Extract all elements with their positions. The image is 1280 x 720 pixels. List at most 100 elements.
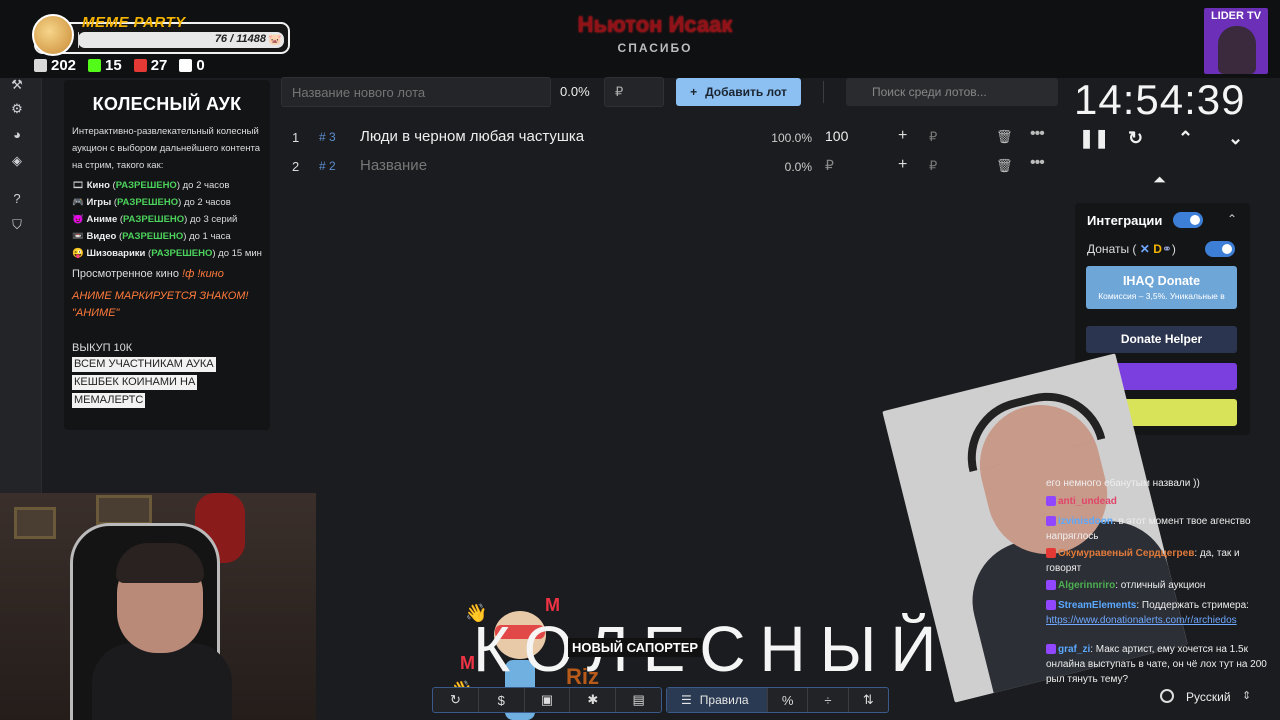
add-amount-icon[interactable]: + [898, 156, 907, 174]
donations-row: Донаты ( ✕ D⚭) [1087, 242, 1176, 256]
wall-picture [96, 495, 152, 525]
language-select[interactable]: Русский ⇕ [1158, 686, 1258, 710]
lot-id-value: 3 [329, 130, 336, 144]
item-status: РАЗРЕШЕНО [123, 214, 185, 225]
chevron-up-icon[interactable]: ⌃ [1178, 128, 1193, 149]
add-lot-label: Добавить лот [705, 85, 787, 99]
lot-name[interactable]: Название [360, 157, 427, 174]
add-lot-button[interactable]: + Добавить лот [676, 78, 801, 106]
gear-icon[interactable]: ⚙ [10, 102, 24, 116]
help-icon[interactable]: ? [10, 192, 24, 206]
twitch-icon [1046, 580, 1056, 591]
twitch-icon [1046, 516, 1056, 527]
link-icon: ⚭ [1161, 242, 1172, 256]
film-icon: 🎞 [72, 180, 85, 191]
auction-icon[interactable]: ⚒ [10, 78, 24, 92]
new-lot-name-input[interactable] [281, 77, 551, 107]
sort-icon[interactable]: ⇅ [849, 688, 888, 712]
lot-percent: 100.0% [771, 131, 812, 145]
wheel-icon[interactable]: ◕ [10, 128, 24, 142]
chat-link[interactable]: https://www.donationalerts.com/r/archied… [1046, 615, 1237, 626]
twitch-icon [1046, 496, 1056, 507]
chevron-up-icon[interactable]: ⌃ [1227, 212, 1237, 226]
chat-user: graf_zi [1058, 644, 1091, 655]
add-amount-icon[interactable]: + [898, 127, 907, 145]
lot-amount[interactable]: ₽ [825, 157, 834, 174]
lot-id: # 3 [319, 130, 336, 144]
shield-icon[interactable]: ⛉ [10, 218, 24, 232]
donations-toggle[interactable] [1205, 241, 1235, 257]
videotape-icon: 📼 [72, 231, 84, 242]
restart-icon[interactable]: ↻ [1128, 128, 1143, 149]
anime-note: АНИМЕ МАРКИРУЕТСЯ ЗНАКОМ! "АНИМЕ" [72, 290, 249, 319]
donate-helper-button[interactable]: Donate Helper [1086, 326, 1237, 353]
chat-message: izvinisdoon: в этот момент твое агенство… [1046, 514, 1274, 544]
item-name: Кино [86, 180, 110, 191]
ihaq-donate-button[interactable]: IHAQ Donate Комиссия – 3,5%. Уникальные … [1086, 266, 1237, 309]
pause-icon[interactable]: ❚❚ [1079, 128, 1109, 149]
stream-stats: 202 15 27 0 [34, 57, 205, 74]
chat-text: : Поддержать стримера: [1136, 600, 1249, 611]
cashback-line: МЕМАЛЕРТС [72, 393, 146, 408]
list-item: 📼 Видео (РАЗРЕШЕНО) до 1 часа [72, 231, 231, 242]
lot-percent: 0.0% [784, 160, 812, 174]
lider-tv-badge: LIDER TV [1204, 8, 1268, 74]
item-limit: до 2 часов [183, 197, 231, 208]
rules-description: Интерактивно-развлекательный колесный ау… [72, 126, 261, 171]
new-supporter-label: НОВЫЙ САПОРТЕР [568, 638, 703, 657]
percent-icon[interactable]: % [767, 688, 809, 712]
history-icon[interactable]: ↻ [433, 688, 479, 712]
layers-icon[interactable]: ◈ [10, 154, 24, 168]
divide-icon[interactable]: ÷ [808, 688, 849, 712]
streamer-webcam [0, 493, 316, 720]
meme-party-title: MEME PARTY [82, 14, 186, 31]
bug-icon[interactable]: ✱ [570, 688, 617, 712]
more-options-icon[interactable]: ••• [1030, 125, 1045, 143]
stat-value: 202 [51, 57, 77, 74]
chat-overlay: его немного ебанутым назвали )) anti_und… [1040, 464, 1280, 689]
stat-value: 0 [196, 57, 205, 74]
more-options-icon[interactable]: ••• [1030, 154, 1045, 172]
chevron-down-icon[interactable]: ⌄ [1228, 128, 1243, 149]
item-limit: до 2 часов [182, 180, 230, 191]
doge-icon [32, 14, 74, 56]
chat-message: его немного ебанутым назвали )) [1046, 476, 1274, 491]
lot-add-amount-input[interactable]: ₽ [929, 129, 937, 145]
item-limit: до 15 мин [218, 248, 262, 259]
trash-icon[interactable]: 🗑 [996, 158, 1013, 174]
lot-amount[interactable]: 100 [825, 128, 848, 144]
lot-name[interactable]: Люди в черном любая частушка [360, 128, 584, 145]
save-icon[interactable]: ▣ [525, 688, 571, 712]
stat-hearts: 202 [34, 57, 76, 74]
lider-avatar [1218, 26, 1256, 74]
donatepay-icon: D [1153, 242, 1162, 256]
zany-face-icon: 😜 [72, 248, 84, 259]
lot-add-amount-input[interactable]: ₽ [929, 158, 937, 174]
item-name: Аниме [86, 214, 118, 225]
item-status: РАЗРЕШЕНО [151, 248, 213, 259]
gamepad-icon: 🎮 [72, 197, 84, 208]
streamer-thanks: СПАСИБО [617, 41, 693, 55]
ihaq-subtitle: Комиссия – 3,5%. Уникальные в [1098, 291, 1225, 301]
delete-all-icon[interactable]: ▤ [616, 688, 661, 712]
pig-icon: 🐷 [268, 34, 282, 46]
new-lot-amount-input[interactable]: ₽ [604, 77, 664, 107]
chat-text: его немного ебанутым назвали )) [1046, 478, 1200, 489]
trash-icon[interactable]: 🗑 [996, 129, 1013, 145]
wall-picture [14, 507, 56, 539]
integrations-toggle[interactable] [1173, 212, 1203, 228]
dollar-icon[interactable]: $ [479, 688, 525, 712]
collapse-icon[interactable]: ⏶ [1153, 172, 1166, 190]
stat-live: 27 [133, 57, 167, 74]
cashback-line: ВСЕМ УЧАСТНИКАМ АУКА [72, 357, 216, 372]
ihaq-title: IHAQ Donate [1122, 274, 1201, 288]
lot-search-input[interactable]: Поиск среди лотов... [846, 78, 1058, 106]
language-label: Русский [1186, 690, 1231, 704]
chat-user: Algerinnriro [1058, 580, 1116, 591]
chat-text: : отличный аукцион [1115, 580, 1206, 591]
stat-w: 0 [179, 57, 205, 74]
rules-button[interactable]: ☰ Правила [667, 688, 767, 712]
item-status: РАЗРЕШЕНО [122, 231, 184, 242]
stat-value: 15 [105, 57, 122, 74]
stat-kick: 15 [88, 57, 122, 74]
